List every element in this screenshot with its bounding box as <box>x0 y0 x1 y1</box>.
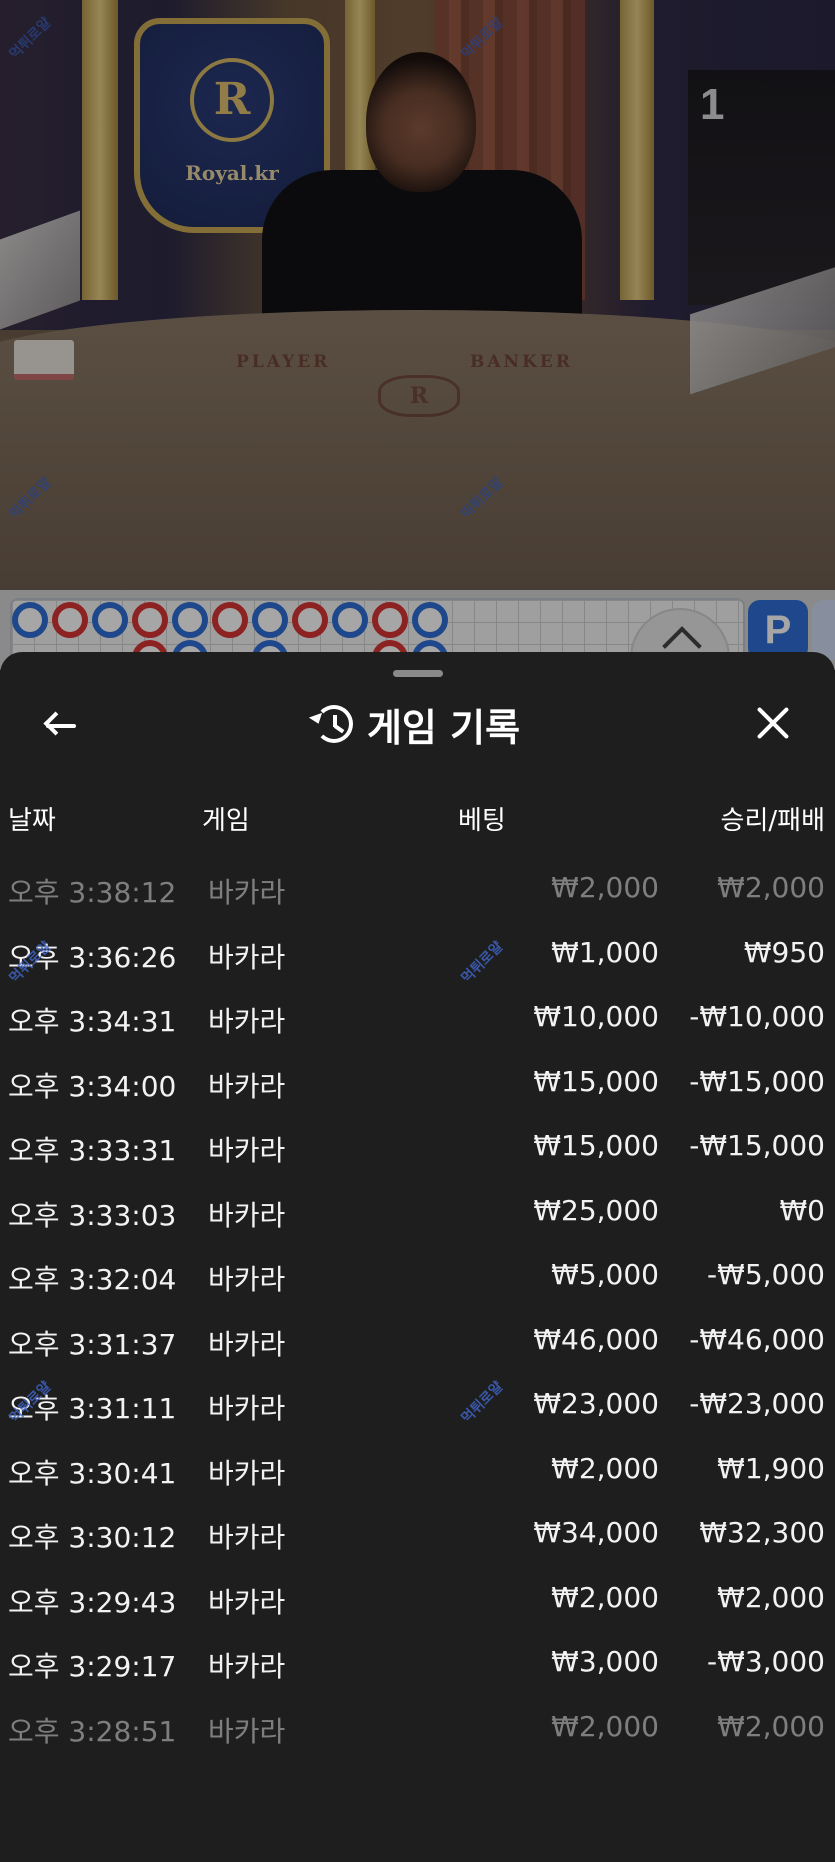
history-row-bet: ₩3,000 <box>551 1645 659 1678</box>
history-icon-arrow <box>308 712 326 727</box>
history-row[interactable]: 오후 3:34:31 바카라 ₩10,000 -₩10,000 <box>0 986 835 1050</box>
sheet-title: 게임 기록 <box>366 705 521 750</box>
history-row[interactable]: 오후 3:28:51 바카라 ₩2,000 ₩2,000 <box>0 1696 835 1760</box>
history-row-result: -₩15,000 <box>689 1064 825 1098</box>
history-row-bet: ₩15,000 <box>533 1129 659 1162</box>
history-row-game: 바카라 <box>208 1069 286 1103</box>
history-row-game: 바카라 <box>208 1198 286 1232</box>
sheet-header: 게임 기록 <box>0 698 835 750</box>
history-row[interactable]: 오후 3:38:12 바카라 ₩2,000 ₩2,000 <box>0 857 835 921</box>
history-row-game: 바카라 <box>208 1263 286 1296</box>
history-row[interactable]: 오후 3:36:26 바카라 ₩1,000 ₩950 <box>0 922 835 986</box>
history-row-bet: ₩34,000 <box>533 1516 659 1549</box>
history-row-game: 바카라 <box>208 1392 286 1425</box>
history-row[interactable]: 오후 3:32:04 바카라 ₩5,000 -₩5,000 <box>0 1244 835 1308</box>
history-row-time: 오후 3:30:41 <box>8 1456 177 1490</box>
backdrop-dim[interactable] <box>0 0 835 700</box>
history-row-game: 바카라 <box>208 1005 286 1038</box>
column-header-date: 날짜 <box>8 806 56 836</box>
history-row-bet: ₩25,000 <box>533 1193 659 1227</box>
history-row[interactable]: 오후 3:31:11 바카라 ₩23,000 -₩23,000 <box>0 1373 835 1437</box>
history-row-bet: ₩2,000 <box>551 1709 659 1743</box>
history-row-bet: ₩5,000 <box>551 1258 659 1291</box>
history-row-game: 바카라 <box>208 1585 286 1619</box>
history-row[interactable]: 오후 3:29:17 바카라 ₩3,000 -₩3,000 <box>0 1631 835 1695</box>
history-row-result: -₩46,000 <box>689 1322 825 1356</box>
close-button[interactable] <box>752 702 794 744</box>
history-row[interactable]: 오후 3:30:41 바카라 ₩2,000 ₩1,900 <box>0 1438 835 1502</box>
history-row-result: ₩0 <box>779 1193 826 1227</box>
history-row-time: 오후 3:31:37 <box>8 1327 177 1361</box>
history-row-result: ₩32,300 <box>699 1516 825 1549</box>
history-row-result: ₩2,000 <box>717 871 825 904</box>
history-row-result: ₩950 <box>743 935 825 969</box>
history-row[interactable]: 오후 3:29:43 바카라 ₩2,000 ₩2,000 <box>0 1567 835 1631</box>
history-row-game: 바카라 <box>208 1134 286 1167</box>
history-row-time: 오후 3:38:12 <box>8 876 177 909</box>
history-row-bet: ₩15,000 <box>533 1064 659 1098</box>
history-row-game: 바카라 <box>208 1650 286 1683</box>
app-root: R Royal.kr PLAYER BANKER R 1 먹튀로얄 먹튀로얄 먹… <box>0 0 835 1862</box>
history-row-game: 바카라 <box>208 1714 286 1748</box>
history-row-bet: ₩2,000 <box>551 871 659 904</box>
history-list[interactable]: 오후 3:38:12 바카라 ₩2,000 ₩2,000 오후 3:36:26 바카라 ₩1… <box>0 837 835 1862</box>
history-row-time: 오후 3:34:00 <box>8 1069 177 1103</box>
history-row[interactable]: 오후 3:33:03 바카라 ₩25,000 ₩0 <box>0 1180 835 1244</box>
history-row-bet: ₩2,000 <box>551 1580 659 1614</box>
history-row[interactable]: 오후 3:31:37 바카라 ₩46,000 -₩46,000 <box>0 1309 835 1373</box>
history-row-game: 바카라 <box>208 876 286 909</box>
history-row-time: 오후 3:33:03 <box>8 1198 177 1232</box>
history-row-time: 오후 3:29:43 <box>8 1585 177 1619</box>
history-row-time: 오후 3:32:04 <box>8 1263 177 1296</box>
history-row-result: ₩2,000 <box>717 1709 825 1743</box>
history-row-result: -₩23,000 <box>689 1387 825 1420</box>
history-row[interactable]: 오후 3:33:31 바카라 ₩15,000 -₩15,000 <box>0 1115 835 1179</box>
history-row-game: 바카라 <box>208 940 286 974</box>
history-row-bet: ₩1,000 <box>551 935 659 969</box>
history-row-bet: ₩10,000 <box>533 1000 659 1033</box>
history-icon <box>308 705 353 743</box>
history-row-time: 오후 3:29:17 <box>8 1650 177 1683</box>
game-history-sheet: 게임 기록 날짜 게임 베팅 승리/패배 오후 3:38:12 바카라 ₩2,000… <box>0 652 835 1862</box>
history-row-bet: ₩23,000 <box>533 1387 659 1420</box>
column-header-bet: 베팅 <box>458 806 506 836</box>
history-row-result: -₩15,000 <box>689 1129 825 1162</box>
history-row-result: ₩1,900 <box>717 1451 825 1485</box>
history-row-time: 오후 3:34:31 <box>8 1005 177 1038</box>
history-row-result: -₩5,000 <box>707 1258 825 1291</box>
history-row-time: 오후 3:28:51 <box>8 1714 177 1748</box>
history-row-bet: ₩2,000 <box>551 1451 659 1485</box>
column-header-result: 승리/패배 <box>720 806 825 836</box>
history-row-game: 바카라 <box>208 1521 286 1554</box>
history-row-result: -₩3,000 <box>707 1645 825 1678</box>
history-row-bet: ₩46,000 <box>533 1322 659 1356</box>
column-header-game: 게임 <box>202 806 250 836</box>
history-row-time: 오후 3:30:12 <box>8 1521 177 1554</box>
history-row-result: ₩2,000 <box>717 1580 825 1614</box>
sheet-drag-handle[interactable] <box>393 670 443 677</box>
history-row-game: 바카라 <box>208 1327 286 1361</box>
history-row-time: 오후 3:33:31 <box>8 1134 177 1167</box>
history-row[interactable]: 오후 3:30:12 바카라 ₩34,000 ₩32,300 <box>0 1502 835 1566</box>
history-row-result: -₩10,000 <box>689 1000 825 1033</box>
history-row[interactable]: 오후 3:34:00 바카라 ₩15,000 -₩15,000 <box>0 1051 835 1115</box>
history-row-game: 바카라 <box>208 1456 286 1490</box>
